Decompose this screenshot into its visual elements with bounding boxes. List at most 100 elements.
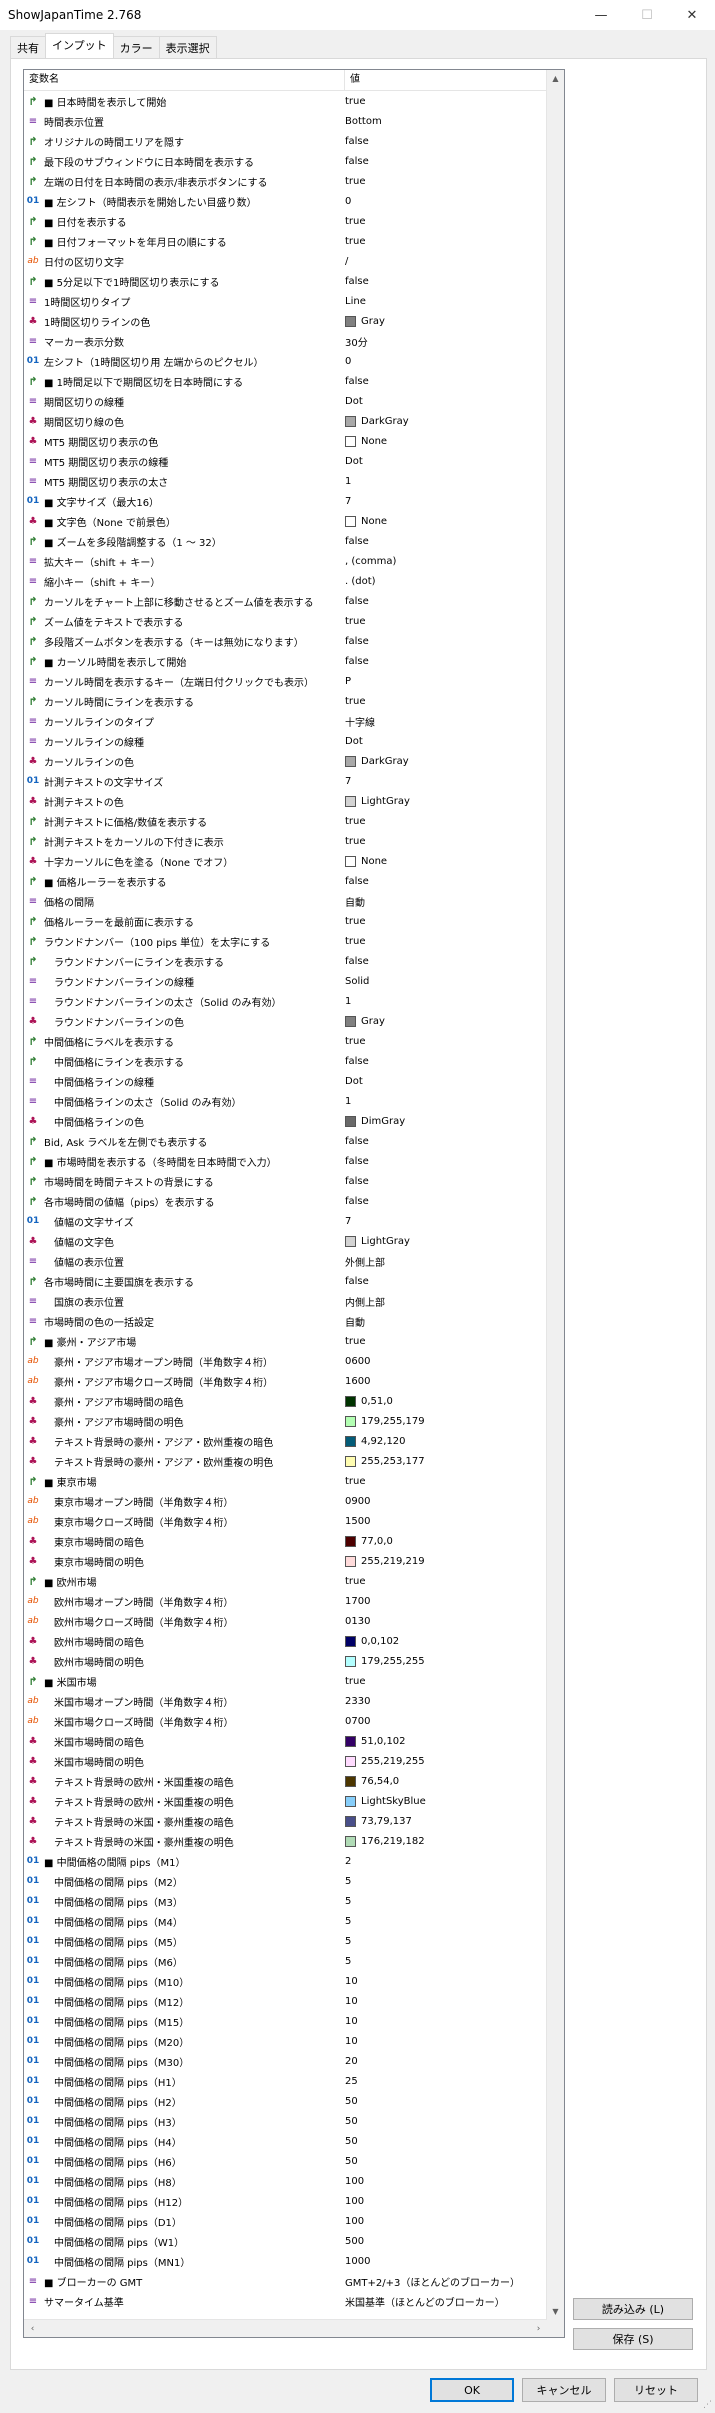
table-row[interactable]: ↱ ■ ズームを多段階調整する（1 ～ 32） false xyxy=(24,531,564,551)
table-row[interactable]: ↱ ラウンドナンバー（100 pips 単位）を太字にする true xyxy=(24,931,564,951)
row-value[interactable]: 100 xyxy=(341,2216,364,2227)
row-value[interactable]: 100 xyxy=(341,2176,364,2187)
table-row[interactable]: ↱ 左端の日付を日本時間の表示/非表示ボタンにする true xyxy=(24,171,564,191)
row-value[interactable]: 30分 xyxy=(341,334,368,349)
column-header-name[interactable]: 変数名 xyxy=(24,70,345,90)
row-value[interactable]: Bottom xyxy=(341,116,382,127)
row-value[interactable]: None xyxy=(341,515,387,527)
row-value[interactable]: 十字線 xyxy=(341,714,375,729)
table-row[interactable]: ♣ 米国市場時間の明色 255,219,255 xyxy=(24,1751,564,1771)
row-value[interactable]: false xyxy=(341,1176,369,1187)
close-icon[interactable]: ✕ xyxy=(669,0,715,30)
row-value[interactable]: true xyxy=(341,1336,366,1347)
row-value[interactable]: 5 xyxy=(341,1936,351,1947)
row-value[interactable]: true xyxy=(341,1576,366,1587)
tab-common[interactable]: 共有 xyxy=(10,36,46,58)
table-row[interactable]: ab 米国市場オープン時間（半角数字４桁） 2330 xyxy=(24,1691,564,1711)
row-value[interactable]: Dot xyxy=(341,736,363,747)
table-row[interactable]: 01 左シフト（1時間区切り用 左端からのピクセル） 0 xyxy=(24,351,564,371)
row-value[interactable]: 50 xyxy=(341,2096,358,2107)
table-row[interactable]: ♣ 中間価格ラインの色 DimGray xyxy=(24,1111,564,1131)
table-row[interactable]: ≡ 拡大キー（shift + キー） , (comma) xyxy=(24,551,564,571)
table-row[interactable]: ♣ テキスト背景時の米国・豪州重複の暗色 73,79,137 xyxy=(24,1811,564,1831)
row-value[interactable]: 内側上部 xyxy=(341,1294,385,1309)
table-row[interactable]: ab 東京市場オープン時間（半角数字４桁） 0900 xyxy=(24,1491,564,1511)
table-row[interactable]: ♣ ラウンドナンバーラインの色 Gray xyxy=(24,1011,564,1031)
row-value[interactable]: 25 xyxy=(341,2076,358,2087)
table-row[interactable]: ab 東京市場クローズ時間（半角数字４桁） 1500 xyxy=(24,1511,564,1531)
row-value[interactable]: , (comma) xyxy=(341,556,396,567)
row-value[interactable]: true xyxy=(341,1676,366,1687)
table-row[interactable]: ♣ MT5 期間区切り表示の色 None xyxy=(24,431,564,451)
row-value[interactable]: Gray xyxy=(341,315,385,327)
table-row[interactable]: ♣ テキスト背景時の米国・豪州重複の明色 176,219,182 xyxy=(24,1831,564,1851)
row-value[interactable]: 1600 xyxy=(341,1376,370,1387)
row-value[interactable]: / xyxy=(341,256,348,267)
table-row[interactable]: ↱ ■ 米国市場 true xyxy=(24,1671,564,1691)
table-row[interactable]: ≡ マーカー表示分数 30分 xyxy=(24,331,564,351)
table-row[interactable]: 01 中間価格の間隔 pips（M30） 20 xyxy=(24,2051,564,2071)
row-value[interactable]: 米国基準（ほとんどのブローカー） xyxy=(341,2294,505,2309)
table-row[interactable]: ↱ ■ 市場時間を表示する（冬時間を日本時間で入力） false xyxy=(24,1151,564,1171)
row-value[interactable]: false xyxy=(341,156,369,167)
table-row[interactable]: ↱ ■ 1時間足以下で期間区切を日本時間にする false xyxy=(24,371,564,391)
table-row[interactable]: ↱ ■ 東京市場 true xyxy=(24,1471,564,1491)
table-row[interactable]: 01 中間価格の間隔 pips（M4） 5 xyxy=(24,1911,564,1931)
table-row[interactable]: 01 中間価格の間隔 pips（H4） 50 xyxy=(24,2131,564,2151)
row-value[interactable]: 1000 xyxy=(341,2256,370,2267)
table-row[interactable]: ↱ 価格ルーラーを最前面に表示する true xyxy=(24,911,564,931)
table-row[interactable]: ↱ 中間価格にラインを表示する false xyxy=(24,1051,564,1071)
table-row[interactable]: ♣ 米国市場時間の暗色 51,0,102 xyxy=(24,1731,564,1751)
table-row[interactable]: ♣ 値幅の文字色 LightGray xyxy=(24,1231,564,1251)
table-row[interactable]: 01 中間価格の間隔 pips（H8） 100 xyxy=(24,2171,564,2191)
row-value[interactable]: LightGray xyxy=(341,795,410,807)
table-row[interactable]: ♣ テキスト背景時の欧州・米国重複の暗色 76,54,0 xyxy=(24,1771,564,1791)
row-value[interactable]: 50 xyxy=(341,2136,358,2147)
table-row[interactable]: 01 ■ 文字サイズ（最大16） 7 xyxy=(24,491,564,511)
parameter-grid[interactable]: 変数名 値 ↱ ■ 日本時間を表示して開始 true ≡ 時間表示位置 Bottom ↱ オリ… xyxy=(23,69,565,2338)
table-row[interactable]: 01 中間価格の間隔 pips（M3） 5 xyxy=(24,1891,564,1911)
row-value[interactable]: false xyxy=(341,136,369,147)
table-row[interactable]: ≡ カーソルラインのタイプ 十字線 xyxy=(24,711,564,731)
row-value[interactable]: 76,54,0 xyxy=(341,1775,399,1787)
table-row[interactable]: ↱ ■ 日付を表示する true xyxy=(24,211,564,231)
table-row[interactable]: ≡ ■ ブローカーの GMT GMT+2/+3（ほとんどのブローカー） xyxy=(24,2271,564,2291)
row-value[interactable]: true xyxy=(341,616,366,627)
row-value[interactable]: true xyxy=(341,696,366,707)
table-row[interactable]: ♣ 計測テキストの色 LightGray xyxy=(24,791,564,811)
row-value[interactable]: 0130 xyxy=(341,1616,370,1627)
row-value[interactable]: true xyxy=(341,236,366,247)
table-row[interactable]: 01 中間価格の間隔 pips（H6） 50 xyxy=(24,2151,564,2171)
row-value[interactable]: 179,255,255 xyxy=(341,1655,425,1667)
table-row[interactable]: ≡ 国旗の表示位置 内側上部 xyxy=(24,1291,564,1311)
table-row[interactable]: 01 値幅の文字サイズ 7 xyxy=(24,1211,564,1231)
row-value[interactable]: 1500 xyxy=(341,1516,370,1527)
row-value[interactable]: 7 xyxy=(341,1216,351,1227)
table-row[interactable]: ♣ 期間区切り線の色 DarkGray xyxy=(24,411,564,431)
table-row[interactable]: ♣ 1時間区切りラインの色 Gray xyxy=(24,311,564,331)
table-row[interactable]: 01 ■ 左シフト（時間表示を開始したい目盛り数） 0 xyxy=(24,191,564,211)
minimize-icon[interactable]: — xyxy=(578,0,624,30)
row-value[interactable]: DarkGray xyxy=(341,755,409,767)
row-value[interactable]: 2330 xyxy=(341,1696,370,1707)
table-row[interactable]: 01 計測テキストの文字サイズ 7 xyxy=(24,771,564,791)
scroll-right-icon[interactable]: › xyxy=(530,2320,547,2337)
row-value[interactable]: 10 xyxy=(341,1976,358,1987)
table-row[interactable]: ≡ MT5 期間区切り表示の線種 Dot xyxy=(24,451,564,471)
table-row[interactable]: ≡ 縮小キー（shift + キー） . (dot) xyxy=(24,571,564,591)
row-value[interactable]: DarkGray xyxy=(341,415,409,427)
horizontal-scrollbar[interactable]: ‹ › xyxy=(24,2319,547,2337)
row-value[interactable]: 500 xyxy=(341,2236,364,2247)
table-row[interactable]: ab 欧州市場オープン時間（半角数字４桁） 1700 xyxy=(24,1591,564,1611)
save-button[interactable]: 保存 (S) xyxy=(573,2328,693,2350)
table-row[interactable]: 01 中間価格の間隔 pips（H3） 50 xyxy=(24,2111,564,2131)
row-value[interactable]: 0 xyxy=(341,356,351,367)
table-row[interactable]: 01 中間価格の間隔 pips（D1） 100 xyxy=(24,2211,564,2231)
row-value[interactable]: None xyxy=(341,855,387,867)
row-value[interactable]: 0700 xyxy=(341,1716,370,1727)
table-row[interactable]: ♣ 欧州市場時間の明色 179,255,255 xyxy=(24,1651,564,1671)
row-value[interactable]: 1 xyxy=(341,996,351,1007)
row-value[interactable]: false xyxy=(341,876,369,887)
load-button[interactable]: 読み込み (L) xyxy=(573,2298,693,2320)
row-value[interactable]: 77,0,0 xyxy=(341,1535,393,1547)
